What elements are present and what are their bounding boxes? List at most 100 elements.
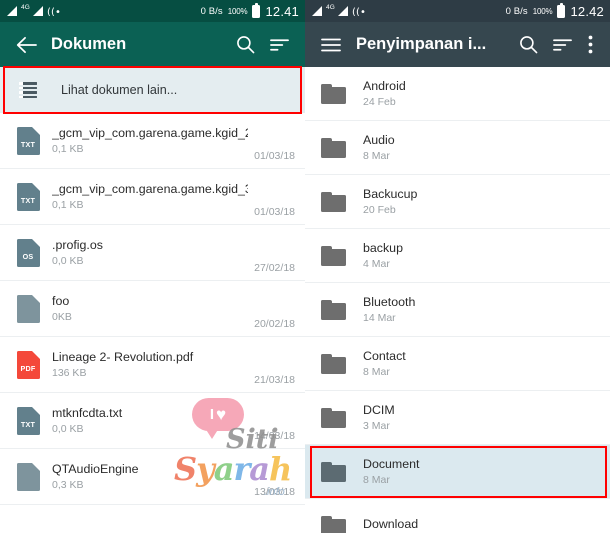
folder-date: 14 Mar [363, 312, 396, 325]
file-info: .profig.os 0,0 KB [45, 238, 248, 268]
folder-date: 24 Feb [363, 96, 396, 109]
file-date: 27/02/18 [254, 262, 295, 274]
sort-icon[interactable] [545, 28, 579, 62]
folder-info: DCIM 3 Mar [350, 403, 600, 433]
file-date: 14/03/18 [254, 430, 295, 442]
file-row[interactable]: PDF Lineage 2- Revolution.pdf 136 KB 21/03/… [0, 337, 305, 393]
right-toolbar: Penyimpanan i... [305, 22, 610, 67]
back-arrow-icon[interactable] [9, 28, 43, 62]
folder-name: Audio [363, 132, 395, 147]
browse-other-documents-label: Lihat dokumen lain... [61, 83, 178, 97]
battery-percent-label: 100% [532, 6, 553, 16]
left-toolbar: Dokumen [0, 22, 305, 67]
search-icon[interactable] [511, 28, 545, 62]
folder-date: 3 Mar [363, 420, 390, 433]
folder-info: Document 8 Mar [350, 457, 600, 487]
wifi-icon: ((•)) [352, 7, 366, 16]
right-status-bar: 4G ((•)) 0 B/s 100% 12.42 [305, 0, 610, 22]
folder-name: backup [363, 240, 403, 255]
folder-icon [316, 515, 350, 533]
file-size: 0,3 KB [52, 479, 84, 492]
wifi-icon: ((•)) [47, 7, 61, 16]
file-name: _gcm_vip_com.garena.game.kgid_3SdkSen... [52, 181, 248, 196]
status-bar-right-icons-right: 0 B/s 100% 12.42 [505, 2, 604, 19]
right-phone-screen: 4G ((•)) 0 B/s 100% 12.42 [305, 0, 610, 533]
file-row[interactable]: QTAudioEngine 0,3 KB 13/03/18 [0, 449, 305, 505]
folder-row[interactable]: Download [305, 499, 610, 533]
folder-row[interactable]: Bluetooth 14 Mar [305, 283, 610, 337]
folder-date: 8 Mar [363, 366, 390, 379]
file-size: 0,0 KB [52, 255, 84, 268]
folder-row[interactable]: backup 4 Mar [305, 229, 610, 283]
folder-info: Contact 8 Mar [350, 349, 600, 379]
txt-file-icon: TXT [11, 182, 45, 211]
folder-info: Backucup 20 Feb [350, 187, 600, 217]
file-row[interactable]: OS .profig.os 0,0 KB 27/02/18 [0, 225, 305, 281]
folder-row[interactable]: DCIM 3 Mar [305, 391, 610, 445]
file-row[interactable]: foo 0KB 20/02/18 [0, 281, 305, 337]
document-file-list: TXT_gcm_vip_com.garena.game.kgid_2XgSdkR… [0, 113, 305, 505]
file-row[interactable]: TXT_gcm_vip_com.garena.game.kgid_2XgSdkR… [0, 113, 305, 169]
folder-row-selected[interactable]: Document 8 Mar [305, 445, 610, 499]
folder-info: Download [350, 517, 600, 533]
txt-file-icon: TXT [11, 126, 45, 155]
folder-icon [316, 407, 350, 428]
data-rate-label: 0 B/s [200, 5, 223, 17]
hamburger-menu-icon[interactable] [314, 28, 348, 62]
file-info: _gcm_vip_com.garena.game.kgid_2XgSdkR...… [45, 126, 248, 156]
battery-full-icon [252, 2, 261, 18]
file-date: 20/02/18 [254, 318, 295, 330]
folder-name: Backucup [363, 186, 418, 201]
overflow-menu-icon[interactable] [579, 28, 601, 62]
file-row[interactable]: TXT_gcm_vip_com.garena.game.kgid_3SdkSen… [0, 169, 305, 225]
folder-row[interactable]: Backucup 20 Feb [305, 175, 610, 229]
browse-other-documents-row[interactable]: Lihat dokumen lain... [0, 67, 305, 113]
file-row[interactable]: TXT mtknfcdta.txt 0,0 KB 14/03/18 [0, 393, 305, 449]
folder-row[interactable]: Audio 8 Mar [305, 121, 610, 175]
file-size: 136 KB [52, 367, 87, 380]
signal-bars-icon-2 [337, 6, 348, 16]
dual-screenshot-comparison: 4G ((•)) 0 B/s 100% 12.41 Dok [0, 0, 610, 533]
page-title: Penyimpanan i... [356, 35, 487, 53]
left-status-bar: 4G ((•)) 0 B/s 100% 12.41 [0, 0, 305, 22]
file-size: 0,1 KB [52, 199, 84, 212]
os-file-icon: OS [11, 238, 45, 267]
data-rate-label: 0 B/s [505, 5, 528, 17]
status-bar-right-icons: 0 B/s 100% 12.41 [200, 2, 299, 19]
txt-file-icon: TXT [11, 406, 45, 435]
folder-date: 4 Mar [363, 258, 390, 271]
folder-info: Android 24 Feb [350, 79, 600, 109]
svg-text:((•)): ((•)) [352, 7, 366, 16]
folder-row[interactable]: Android 24 Feb [305, 67, 610, 121]
file-name: Lineage 2- Revolution.pdf [52, 349, 194, 364]
status-bar-left-icons-right: 4G ((•)) [312, 4, 366, 16]
pdf-file-icon: PDF [11, 350, 45, 379]
file-info: foo 0KB [45, 294, 248, 324]
folder-info: Audio 8 Mar [350, 133, 600, 163]
file-name: foo [52, 293, 70, 308]
folder-info: backup 4 Mar [350, 241, 600, 271]
folder-name: DCIM [363, 402, 395, 417]
folder-name: Document [363, 456, 420, 471]
clock-label: 12.41 [265, 3, 299, 19]
folder-name: Contact [363, 348, 406, 363]
search-icon[interactable] [228, 28, 262, 62]
file-size: 0,1 KB [52, 143, 84, 156]
signal-bars-icon [7, 6, 17, 16]
network-type-label: 4G [21, 3, 30, 11]
file-size: 0KB [52, 311, 72, 324]
sort-icon[interactable] [262, 28, 296, 62]
file-date: 13/03/18 [254, 486, 295, 498]
file-name: QTAudioEngine [52, 461, 139, 476]
folder-row[interactable]: Contact 8 Mar [305, 337, 610, 391]
folder-date: 8 Mar [363, 150, 390, 163]
file-date: 01/03/18 [254, 150, 295, 162]
folder-icon [316, 191, 350, 212]
folder-icon [316, 461, 350, 482]
blank-file-icon [11, 294, 45, 323]
clock-label: 12.42 [570, 3, 604, 19]
file-info: _gcm_vip_com.garena.game.kgid_3SdkSen...… [45, 182, 248, 212]
file-date: 21/03/18 [254, 374, 295, 386]
file-size: 0,0 KB [52, 423, 84, 436]
folder-info: Bluetooth 14 Mar [350, 295, 600, 325]
